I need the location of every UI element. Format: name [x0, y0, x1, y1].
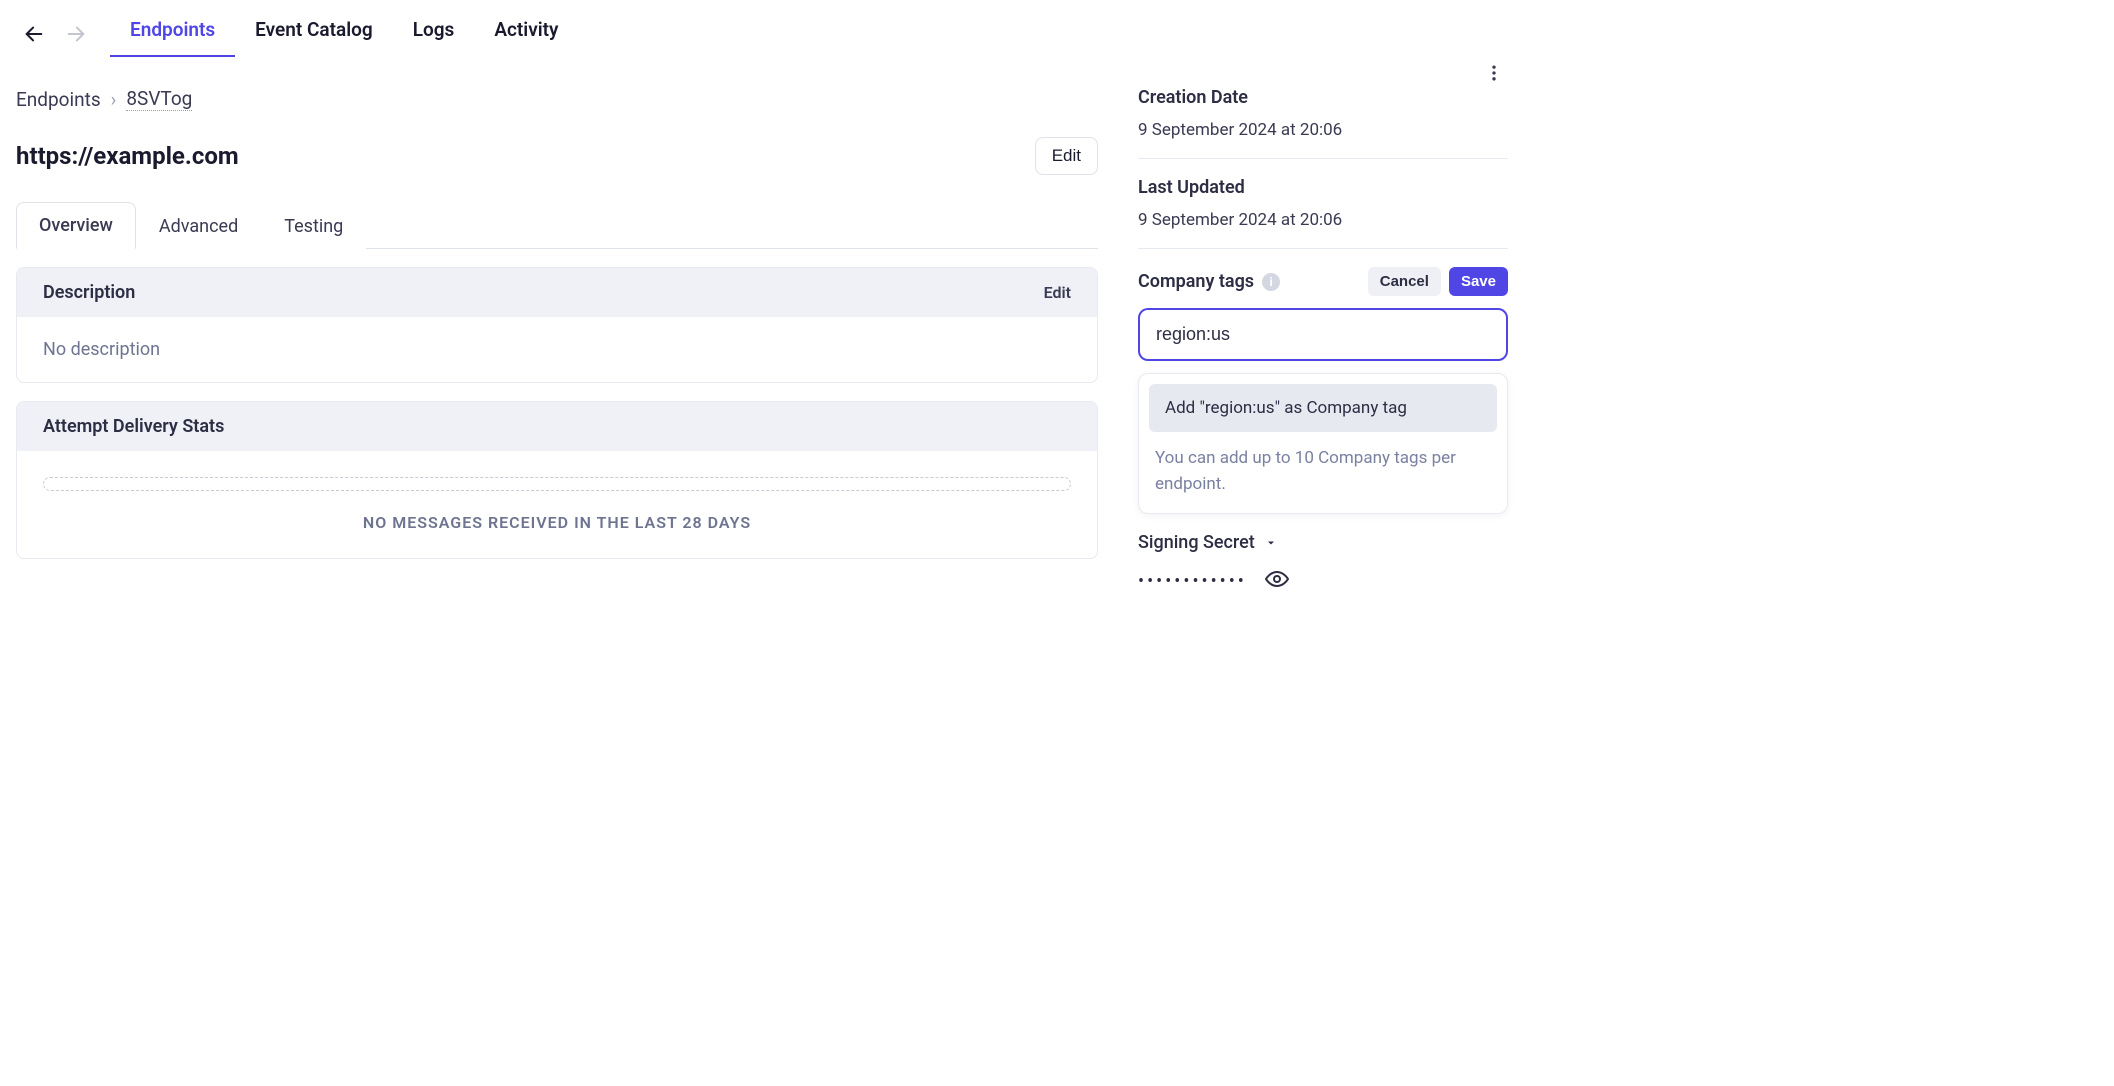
- tag-suggest-panel: Add "region:us" as Company tag You can a…: [1138, 373, 1508, 514]
- subtab-testing[interactable]: Testing: [261, 203, 366, 249]
- save-tags-button[interactable]: Save: [1449, 267, 1508, 296]
- more-actions-button[interactable]: [1480, 59, 1508, 91]
- tab-endpoints[interactable]: Endpoints: [110, 10, 235, 57]
- edit-endpoint-button[interactable]: Edit: [1035, 137, 1098, 175]
- tag-suggest-hint: You can add up to 10 Company tags per en…: [1149, 446, 1497, 503]
- subtab-overview[interactable]: Overview: [16, 202, 136, 249]
- side-column: Creation Date 9 September 2024 at 20:06 …: [1138, 87, 1508, 596]
- breadcrumb-id[interactable]: 8SVTog: [126, 87, 192, 111]
- creation-date-value: 9 September 2024 at 20:06: [1138, 120, 1508, 140]
- more-vertical-icon: [1484, 63, 1504, 83]
- endpoint-url-title: https://example.com: [16, 142, 239, 170]
- stats-panel: Attempt Delivery Stats NO MESSAGES RECEI…: [16, 401, 1098, 559]
- arrow-right-icon: [65, 23, 87, 45]
- last-updated-label: Last Updated: [1138, 177, 1508, 198]
- caret-down-icon: [1265, 537, 1277, 549]
- signing-secret-value: ••••••••••••: [1138, 571, 1247, 592]
- content: Endpoints › 8SVTog https://example.com E…: [16, 57, 1508, 596]
- stats-body: NO MESSAGES RECEIVED IN THE LAST 28 DAYS: [17, 451, 1097, 558]
- description-panel: Description Edit No description: [16, 267, 1098, 383]
- last-updated-value: 9 September 2024 at 20:06: [1138, 210, 1508, 230]
- stats-empty-placeholder: [43, 477, 1071, 491]
- stats-header-label: Attempt Delivery Stats: [43, 416, 224, 437]
- signing-secret-label: Signing Secret: [1138, 532, 1255, 553]
- cancel-tags-button[interactable]: Cancel: [1368, 267, 1441, 296]
- breadcrumb: Endpoints › 8SVTog: [16, 87, 1098, 111]
- info-icon[interactable]: i: [1262, 273, 1280, 291]
- company-tags-section: Company tags i Cancel Save Add "region:u…: [1138, 267, 1508, 514]
- creation-date-section: Creation Date 9 September 2024 at 20:06: [1138, 87, 1508, 159]
- arrow-left-icon: [23, 23, 45, 45]
- nav-forward-button[interactable]: [58, 16, 94, 52]
- breadcrumb-root[interactable]: Endpoints: [16, 88, 101, 111]
- tab-event-catalog[interactable]: Event Catalog: [235, 10, 393, 57]
- title-row: https://example.com Edit: [16, 137, 1098, 175]
- company-tags-label: Company tags: [1138, 271, 1254, 292]
- tab-logs[interactable]: Logs: [393, 10, 475, 57]
- last-updated-section: Last Updated 9 September 2024 at 20:06: [1138, 177, 1508, 249]
- main-column: Endpoints › 8SVTog https://example.com E…: [16, 87, 1098, 577]
- main-tabs: Endpoints Event Catalog Logs Activity: [110, 10, 579, 57]
- topbar: Endpoints Event Catalog Logs Activity: [16, 0, 1508, 57]
- description-header: Description Edit: [17, 268, 1097, 317]
- description-text: No description: [43, 339, 160, 360]
- creation-date-label: Creation Date: [1138, 87, 1508, 108]
- stats-header: Attempt Delivery Stats: [17, 402, 1097, 451]
- subtabs: Overview Advanced Testing: [16, 201, 1098, 249]
- description-body: No description: [17, 317, 1097, 382]
- signing-secret-row: ••••••••••••: [1138, 567, 1508, 596]
- tab-activity[interactable]: Activity: [474, 10, 578, 57]
- signing-secret-section: Signing Secret ••••••••••••: [1138, 532, 1508, 596]
- company-tags-header: Company tags i Cancel Save: [1138, 267, 1508, 296]
- tag-suggest-item[interactable]: Add "region:us" as Company tag: [1149, 384, 1497, 432]
- subtab-advanced[interactable]: Advanced: [136, 203, 261, 249]
- signing-secret-toggle[interactable]: Signing Secret: [1138, 532, 1508, 553]
- chevron-right-icon: ›: [111, 88, 117, 111]
- company-tags-input[interactable]: [1138, 308, 1508, 361]
- nav-back-button[interactable]: [16, 16, 52, 52]
- description-header-label: Description: [43, 282, 135, 303]
- reveal-secret-button[interactable]: [1265, 567, 1289, 596]
- eye-icon: [1265, 567, 1289, 591]
- stats-empty-message: NO MESSAGES RECEIVED IN THE LAST 28 DAYS: [43, 513, 1071, 532]
- edit-description-button[interactable]: Edit: [1044, 283, 1071, 302]
